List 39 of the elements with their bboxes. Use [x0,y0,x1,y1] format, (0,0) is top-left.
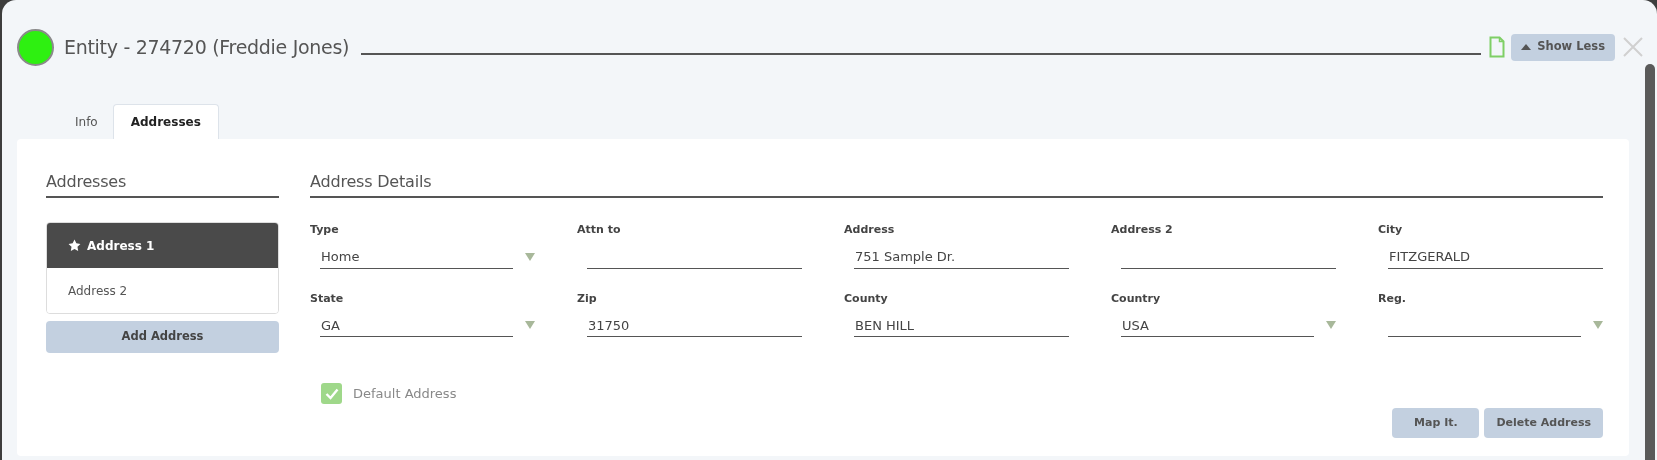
input-field[interactable]: 751 Sample Dr. [854,246,1069,269]
address-list-item[interactable]: Address 1 [47,223,278,268]
dropdown-arrow-icon[interactable] [1593,321,1603,329]
field-label: Address [844,222,896,238]
document-icon[interactable] [1489,36,1506,58]
field-label: Address 2 [1111,222,1174,238]
dropdown-field[interactable]: USA [1121,315,1314,337]
dropdown-arrow-icon[interactable] [1326,321,1336,329]
input-field[interactable]: FITZGERALD [1388,246,1603,269]
input-field[interactable]: BEN HILL [854,315,1069,337]
checkbox[interactable] [321,383,342,404]
checkbox-label: Default Address [353,384,457,403]
add-address-button[interactable]: Add Address [46,321,279,353]
field-label: Zip [577,290,598,307]
tab[interactable]: Info [60,104,113,139]
field-label: Country [1111,290,1162,307]
close-icon[interactable] [1623,37,1643,57]
section-heading: Addresses [46,170,279,198]
dropdown-arrow-icon[interactable] [525,321,535,329]
window-title: Entity - 274720 (Freddie Jones) [64,34,350,60]
action-button[interactable]: Map It. [1392,408,1480,438]
scrollbar[interactable] [1645,64,1655,460]
action-button[interactable]: Delete Address [1484,408,1603,438]
field-label: Reg. [1378,290,1407,307]
show-less-button[interactable]: Show Less [1511,33,1615,61]
input-field[interactable]: 31750 [587,315,802,337]
star-icon [68,239,81,252]
tab[interactable]: Addresses [112,104,219,139]
section-heading: Address Details [310,170,1603,198]
status-dot [17,28,54,66]
field-label: State [310,290,345,307]
dropdown-arrow-icon[interactable] [525,252,535,261]
dropdown-field[interactable]: Home [320,246,513,269]
field-label: Attn to [577,222,622,238]
caret-icon [1521,44,1532,50]
field-label: City [1378,222,1404,238]
dropdown-field[interactable]: GA [320,315,513,337]
field-label: County [844,290,889,307]
field-label: Type [310,222,340,238]
